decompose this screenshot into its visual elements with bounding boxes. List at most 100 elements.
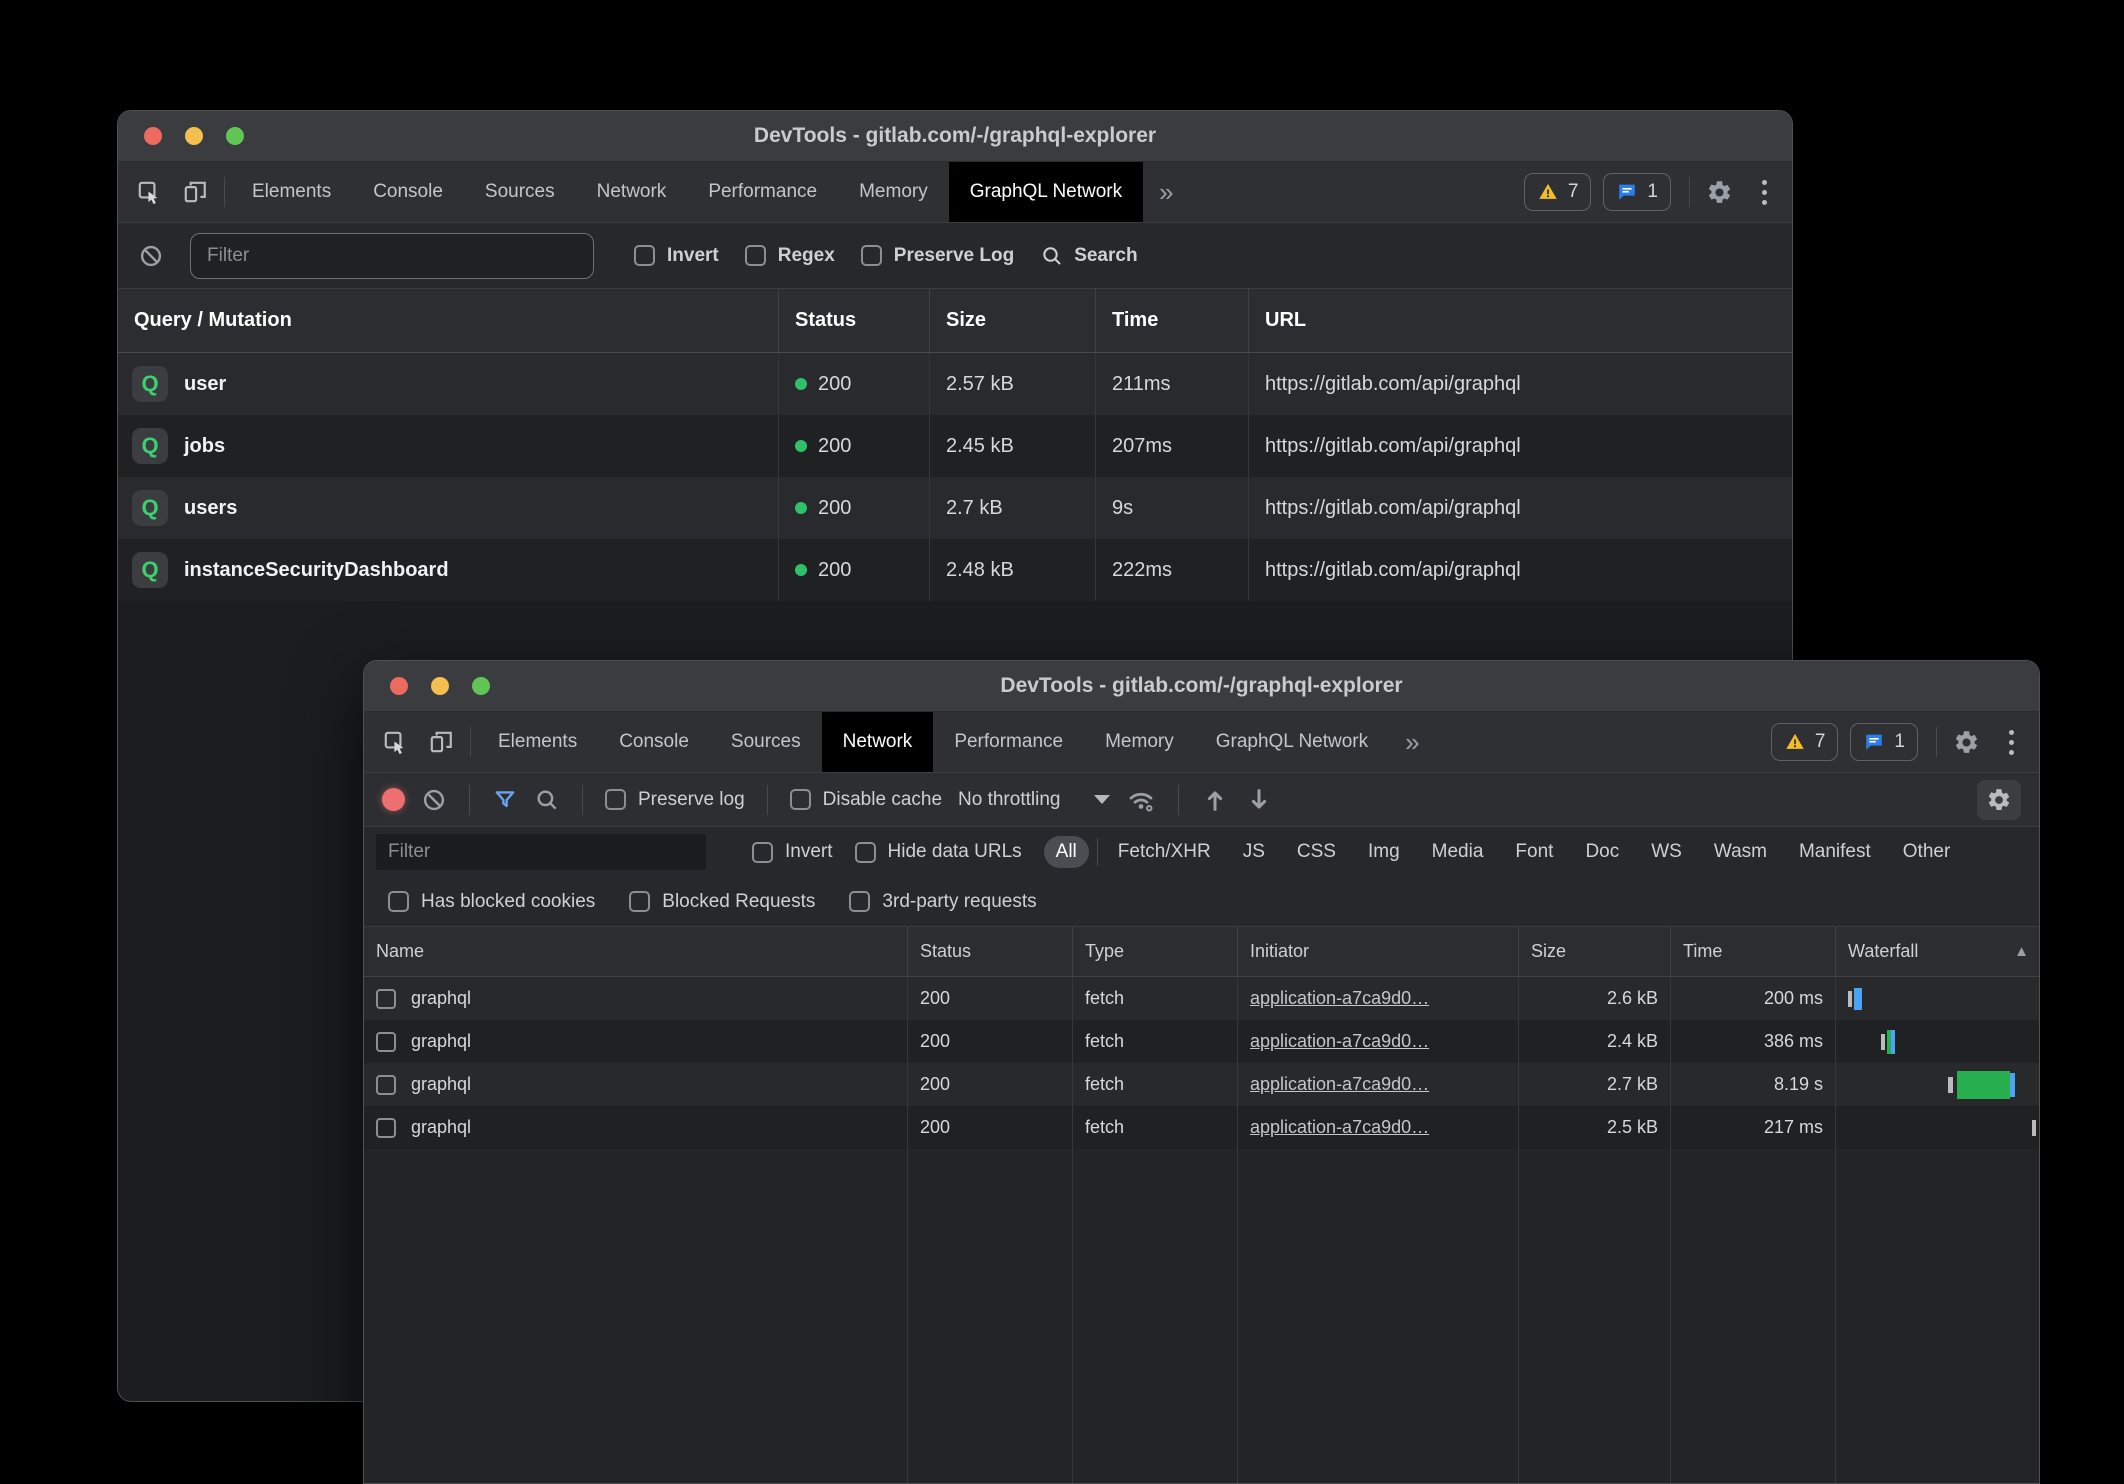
tab-network[interactable]: Network	[576, 162, 688, 222]
table-row-query-name[interactable]: Q instanceSecurityDashboard	[118, 539, 779, 601]
column-header-time[interactable]: Time	[1096, 289, 1249, 353]
column-header-query-mutation[interactable]: Query / Mutation	[118, 289, 779, 353]
chip-other[interactable]: Other	[1891, 836, 1963, 868]
titlebar[interactable]: DevTools - gitlab.com/-/graphql-explorer	[364, 661, 2039, 712]
regex-checkbox[interactable]: Regex	[745, 245, 835, 267]
titlebar[interactable]: DevTools - gitlab.com/-/graphql-explorer	[118, 111, 1792, 162]
chip-css[interactable]: CSS	[1285, 836, 1348, 868]
row-checkbox[interactable]	[376, 1032, 396, 1052]
initiator-link[interactable]: application-a7ca9d0…	[1250, 1031, 1429, 1052]
tab-memory[interactable]: Memory	[838, 162, 949, 222]
device-toolbar-icon[interactable]	[172, 162, 218, 222]
table-row-query-name[interactable]: Q users	[118, 477, 779, 539]
clear-icon[interactable]	[421, 787, 447, 813]
preserve-log-checkbox[interactable]: Preserve Log	[861, 245, 1014, 267]
warnings-badge[interactable]: 7	[1524, 173, 1592, 211]
filter-input[interactable]	[190, 233, 594, 279]
column-header-name[interactable]: Name	[364, 927, 908, 977]
request-row-name[interactable]: graphql	[364, 1106, 908, 1149]
request-row-name[interactable]: graphql	[364, 1063, 908, 1106]
network-conditions-icon[interactable]	[1126, 785, 1156, 815]
checkbox-box[interactable]	[745, 245, 766, 266]
search-button[interactable]: Search	[1040, 244, 1137, 268]
tab-elements[interactable]: Elements	[477, 712, 598, 772]
preserve-log-checkbox[interactable]: Preserve log	[605, 789, 745, 811]
record-button[interactable]	[382, 788, 405, 811]
column-header-initiator[interactable]: Initiator	[1238, 927, 1519, 977]
initiator-link[interactable]: application-a7ca9d0…	[1250, 988, 1429, 1009]
third-party-requests-checkbox[interactable]: 3rd-party requests	[849, 891, 1036, 913]
column-header-time[interactable]: Time	[1671, 927, 1836, 977]
checkbox-box[interactable]	[634, 245, 655, 266]
checkbox-box[interactable]	[605, 789, 626, 810]
tab-graphql-network[interactable]: GraphQL Network	[1195, 712, 1389, 772]
initiator-link[interactable]: application-a7ca9d0…	[1250, 1074, 1429, 1095]
checkbox-box[interactable]	[752, 842, 773, 863]
inspect-element-icon[interactable]	[372, 712, 418, 772]
chip-js[interactable]: JS	[1231, 836, 1277, 868]
close-button[interactable]	[144, 127, 162, 145]
tab-memory[interactable]: Memory	[1084, 712, 1195, 772]
tab-graphql-network[interactable]: GraphQL Network	[949, 162, 1143, 222]
row-checkbox[interactable]	[376, 1075, 396, 1095]
device-toolbar-icon[interactable]	[418, 712, 464, 772]
column-header-url[interactable]: URL	[1249, 289, 1792, 353]
has-blocked-cookies-checkbox[interactable]: Has blocked cookies	[388, 891, 595, 913]
tab-console[interactable]: Console	[352, 162, 464, 222]
invert-checkbox[interactable]: Invert	[752, 841, 833, 863]
tab-sources[interactable]: Sources	[710, 712, 822, 772]
request-row-name[interactable]: graphql	[364, 977, 908, 1020]
more-tabs-chevron[interactable]: »	[1389, 712, 1435, 772]
checkbox-box[interactable]	[790, 789, 811, 810]
column-header-status[interactable]: Status	[779, 289, 930, 353]
chip-manifest[interactable]: Manifest	[1787, 836, 1883, 868]
search-icon[interactable]	[534, 787, 560, 813]
chip-img[interactable]: Img	[1356, 836, 1412, 868]
chip-wasm[interactable]: Wasm	[1702, 836, 1779, 868]
checkbox-box[interactable]	[629, 891, 650, 912]
table-row-query-name[interactable]: Q user	[118, 353, 779, 415]
throttling-dropdown[interactable]: No throttling	[958, 789, 1110, 811]
kebab-menu-icon[interactable]	[1989, 712, 2033, 772]
checkbox-box[interactable]	[861, 245, 882, 266]
close-button[interactable]	[390, 677, 408, 695]
tab-elements[interactable]: Elements	[231, 162, 352, 222]
filter-funnel-icon[interactable]	[492, 787, 518, 813]
chip-ws[interactable]: WS	[1639, 836, 1694, 868]
column-header-type[interactable]: Type	[1073, 927, 1238, 977]
minimize-button[interactable]	[185, 127, 203, 145]
row-checkbox[interactable]	[376, 1118, 396, 1138]
chip-media[interactable]: Media	[1420, 836, 1496, 868]
export-har-icon[interactable]	[1245, 786, 1273, 814]
warnings-badge[interactable]: 7	[1771, 723, 1839, 761]
tab-network[interactable]: Network	[822, 712, 934, 772]
sort-ascending-icon[interactable]: ▲	[2014, 943, 2029, 960]
network-settings-gear-icon[interactable]	[1977, 780, 2021, 820]
hide-data-urls-checkbox[interactable]: Hide data URLs	[855, 841, 1022, 863]
checkbox-box[interactable]	[855, 842, 876, 863]
import-har-icon[interactable]	[1201, 786, 1229, 814]
block-requests-icon[interactable]	[138, 243, 164, 269]
tab-console[interactable]: Console	[598, 712, 710, 772]
chip-doc[interactable]: Doc	[1573, 836, 1631, 868]
chip-all[interactable]: All	[1044, 836, 1089, 868]
checkbox-box[interactable]	[849, 891, 870, 912]
minimize-button[interactable]	[431, 677, 449, 695]
network-filter-input[interactable]	[376, 834, 706, 870]
column-header-size[interactable]: Size	[930, 289, 1096, 353]
column-header-waterfall[interactable]: Waterfall ▲	[1836, 927, 2040, 977]
tab-sources[interactable]: Sources	[464, 162, 576, 222]
settings-gear-icon[interactable]	[1696, 162, 1742, 222]
tab-performance[interactable]: Performance	[933, 712, 1084, 772]
maximize-button[interactable]	[226, 127, 244, 145]
checkbox-box[interactable]	[388, 891, 409, 912]
messages-badge[interactable]: 1	[1850, 723, 1918, 761]
column-header-size[interactable]: Size	[1519, 927, 1671, 977]
invert-checkbox[interactable]: Invert	[634, 245, 719, 267]
messages-badge[interactable]: 1	[1603, 173, 1671, 211]
kebab-menu-icon[interactable]	[1742, 162, 1786, 222]
request-row-name[interactable]: graphql	[364, 1020, 908, 1063]
blocked-requests-checkbox[interactable]: Blocked Requests	[629, 891, 815, 913]
chip-font[interactable]: Font	[1503, 836, 1565, 868]
row-checkbox[interactable]	[376, 989, 396, 1009]
